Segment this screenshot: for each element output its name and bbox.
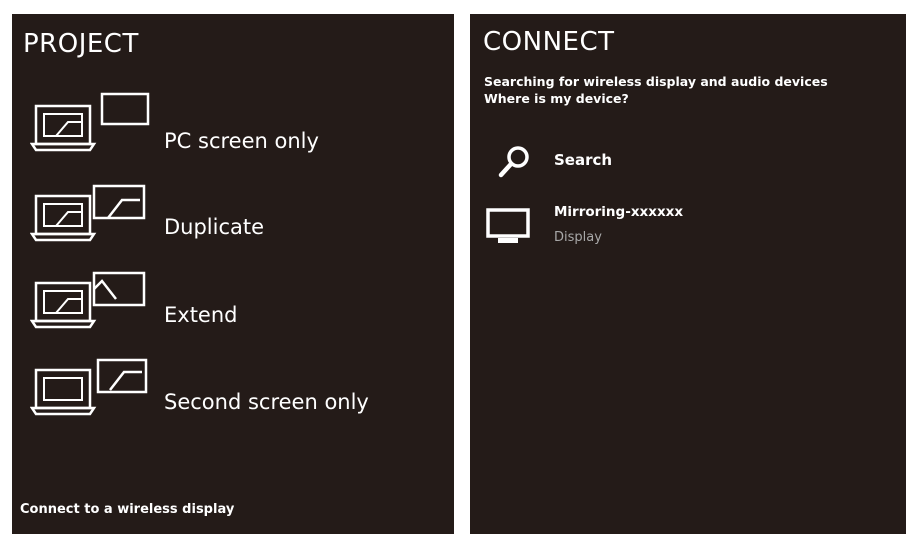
- option-extend[interactable]: Extend: [12, 269, 454, 349]
- option-duplicate[interactable]: Duplicate: [12, 182, 454, 262]
- project-title: PROJECT: [23, 29, 139, 59]
- connect-panel: CONNECT Searching for wireless display a…: [470, 14, 906, 534]
- device-type: Display: [554, 230, 602, 245]
- duplicate-screen-icon: [30, 184, 146, 242]
- device-item[interactable]: Mirroring-xxxxxx Display: [484, 200, 864, 256]
- second-screen-only-icon: [30, 358, 148, 416]
- searching-status: Searching for wireless display and audio…: [484, 74, 828, 89]
- option-pc-screen-only[interactable]: PC screen only: [12, 92, 454, 172]
- where-is-my-device-link[interactable]: Where is my device?: [484, 91, 629, 106]
- option-label-duplicate: Duplicate: [164, 215, 265, 239]
- project-panel: PROJECT PC screen only Duplicate Extend …: [12, 14, 454, 534]
- connect-wireless-display-link[interactable]: Connect to a wireless display: [20, 502, 234, 517]
- search-label: Search: [554, 151, 613, 169]
- device-name: Mirroring-xxxxxx: [554, 204, 684, 220]
- search-icon: [498, 146, 529, 178]
- search-button[interactable]: Search: [484, 140, 784, 180]
- monitor-icon: [486, 208, 530, 243]
- option-label-pc-screen-only: PC screen only: [164, 129, 319, 153]
- option-label-second-screen-only: Second screen only: [164, 390, 369, 414]
- pc-screen-only-icon: [30, 92, 150, 152]
- connect-title: CONNECT: [483, 27, 615, 57]
- extend-screen-icon: [30, 271, 146, 329]
- option-label-extend: Extend: [164, 303, 238, 327]
- option-second-screen-only[interactable]: Second screen only: [12, 356, 454, 436]
